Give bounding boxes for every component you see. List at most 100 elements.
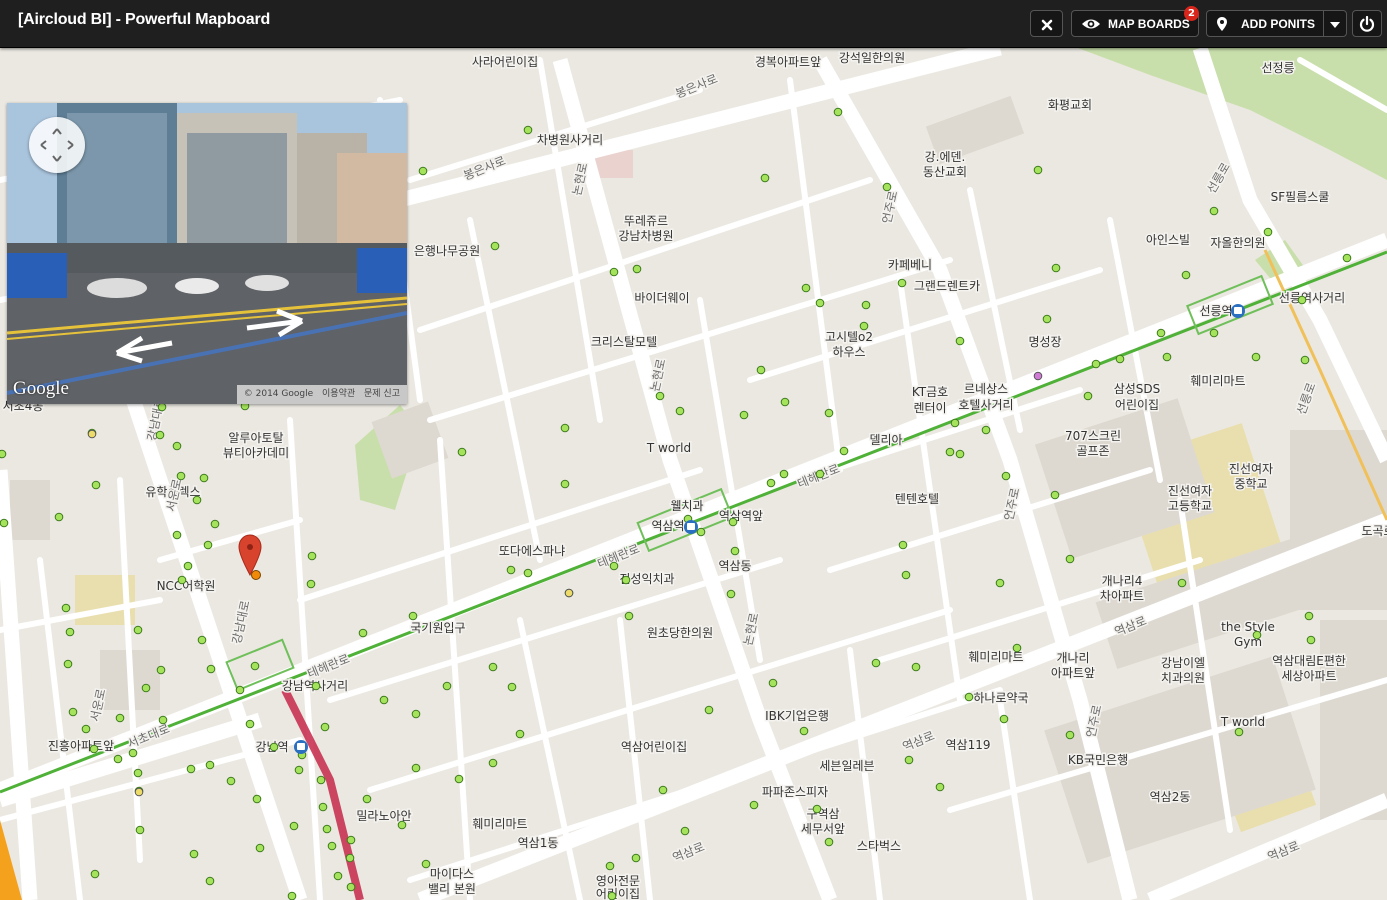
- poi-marker[interactable]: [210, 519, 220, 529]
- poi-marker[interactable]: [89, 744, 99, 754]
- poi-marker[interactable]: [1234, 727, 1244, 737]
- poi-marker[interactable]: [981, 425, 991, 435]
- poi-marker[interactable]: [345, 853, 355, 863]
- poi-marker[interactable]: [658, 785, 668, 795]
- poi-marker[interactable]: [54, 512, 64, 522]
- poi-marker[interactable]: [506, 565, 516, 575]
- poi-marker[interactable]: [609, 267, 619, 277]
- poi-marker[interactable]: [964, 692, 974, 702]
- poi-marker[interactable]: [768, 678, 778, 688]
- poi-marker[interactable]: [1065, 730, 1075, 740]
- poi-marker[interactable]: [1115, 354, 1125, 364]
- logout-button[interactable]: [1352, 10, 1382, 37]
- add-points-button[interactable]: ADD PONITS: [1206, 10, 1324, 37]
- poi-marker[interactable]: [1209, 328, 1219, 338]
- poi-marker[interactable]: [183, 561, 193, 571]
- poi-marker[interactable]: [197, 635, 207, 645]
- poi-marker[interactable]: [362, 794, 372, 804]
- poi-marker[interactable]: [1263, 227, 1273, 237]
- poi-marker[interactable]: [1342, 253, 1352, 263]
- poi-marker[interactable]: [306, 579, 316, 589]
- report-link[interactable]: 문제 신고: [364, 389, 400, 399]
- poi-marker[interactable]: [911, 662, 921, 672]
- poi-marker[interactable]: [799, 726, 809, 736]
- poi-marker[interactable]: [311, 681, 321, 691]
- poi-marker[interactable]: [358, 628, 368, 638]
- poi-marker[interactable]: [157, 402, 167, 412]
- poi-marker[interactable]: [205, 760, 215, 770]
- poi-marker[interactable]: [113, 754, 123, 764]
- poi-marker[interactable]: [560, 479, 570, 489]
- poi-marker[interactable]: [861, 300, 871, 310]
- poi-marker[interactable]: [621, 575, 631, 585]
- poi-marker[interactable]: [397, 820, 407, 830]
- poi-marker[interactable]: [115, 713, 125, 723]
- poi-marker[interactable]: [61, 603, 71, 613]
- poi-marker[interactable]: [133, 768, 143, 778]
- poi-marker[interactable]: [898, 540, 908, 550]
- poi-marker[interactable]: [134, 787, 144, 797]
- poi-marker[interactable]: [766, 478, 776, 488]
- poi-marker[interactable]: [488, 662, 498, 672]
- poi-marker[interactable]: [815, 298, 825, 308]
- poi-marker[interactable]: [408, 611, 418, 621]
- poi-marker[interactable]: [1181, 270, 1191, 280]
- poi-marker[interactable]: [730, 546, 740, 556]
- poi-marker[interactable]: [1304, 611, 1314, 621]
- poi-marker[interactable]: [245, 719, 255, 729]
- poi-marker[interactable]: [189, 849, 199, 859]
- poi-marker[interactable]: [523, 568, 533, 578]
- poi-marker[interactable]: [801, 283, 811, 293]
- poi-marker[interactable]: [192, 495, 202, 505]
- add-points-dropdown-toggle[interactable]: [1323, 10, 1347, 37]
- poi-marker[interactable]: [1297, 295, 1307, 305]
- poi-marker[interactable]: [68, 707, 78, 717]
- poi-marker[interactable]: [739, 410, 749, 420]
- terms-link[interactable]: 이용약관: [322, 389, 355, 399]
- poi-marker[interactable]: [955, 449, 965, 459]
- poi-marker[interactable]: [515, 729, 525, 739]
- map-pin-marker[interactable]: [238, 534, 262, 580]
- poi-marker[interactable]: [824, 837, 834, 847]
- poi-marker[interactable]: [250, 661, 260, 671]
- poi-marker[interactable]: [289, 821, 299, 831]
- poi-marker[interactable]: [812, 804, 822, 814]
- poi-marker[interactable]: [897, 278, 907, 288]
- poi-marker[interactable]: [87, 429, 97, 439]
- poi-marker[interactable]: [421, 859, 431, 869]
- poi-marker[interactable]: [411, 763, 421, 773]
- poi-marker[interactable]: [255, 843, 265, 853]
- poi-marker[interactable]: [81, 724, 91, 734]
- poi-marker[interactable]: [1300, 355, 1310, 365]
- poi-marker[interactable]: [346, 835, 356, 845]
- poi-marker[interactable]: [955, 336, 965, 346]
- poi-marker[interactable]: [839, 446, 849, 456]
- poi-marker[interactable]: [488, 758, 498, 768]
- poi-marker[interactable]: [133, 625, 143, 635]
- poi-marker[interactable]: [1001, 471, 1011, 481]
- poi-marker[interactable]: [696, 527, 706, 537]
- poi-marker[interactable]: [287, 891, 297, 900]
- poi-marker[interactable]: [675, 406, 685, 416]
- poi-marker[interactable]: [206, 664, 216, 674]
- poi-marker[interactable]: [0, 449, 7, 459]
- poi-marker[interactable]: [1091, 359, 1101, 369]
- poi-marker[interactable]: [252, 794, 262, 804]
- poi-marker[interactable]: [490, 241, 500, 251]
- poi-marker[interactable]: [158, 715, 168, 725]
- poi-marker[interactable]: [779, 469, 789, 479]
- poi-marker[interactable]: [176, 471, 186, 481]
- poi-marker[interactable]: [950, 418, 960, 428]
- poi-marker[interactable]: [294, 765, 304, 775]
- poi-marker[interactable]: [1156, 328, 1166, 338]
- poi-marker[interactable]: [624, 611, 634, 621]
- poi-marker[interactable]: [999, 714, 1009, 724]
- poi-marker[interactable]: [1050, 490, 1060, 500]
- poi-marker[interactable]: [680, 826, 690, 836]
- poi-marker[interactable]: [186, 764, 196, 774]
- poi-marker[interactable]: [1033, 165, 1043, 175]
- poi-marker[interactable]: [1252, 630, 1262, 640]
- poi-marker[interactable]: [128, 748, 138, 758]
- poi-marker[interactable]: [945, 447, 955, 457]
- poi-marker[interactable]: [1065, 554, 1075, 564]
